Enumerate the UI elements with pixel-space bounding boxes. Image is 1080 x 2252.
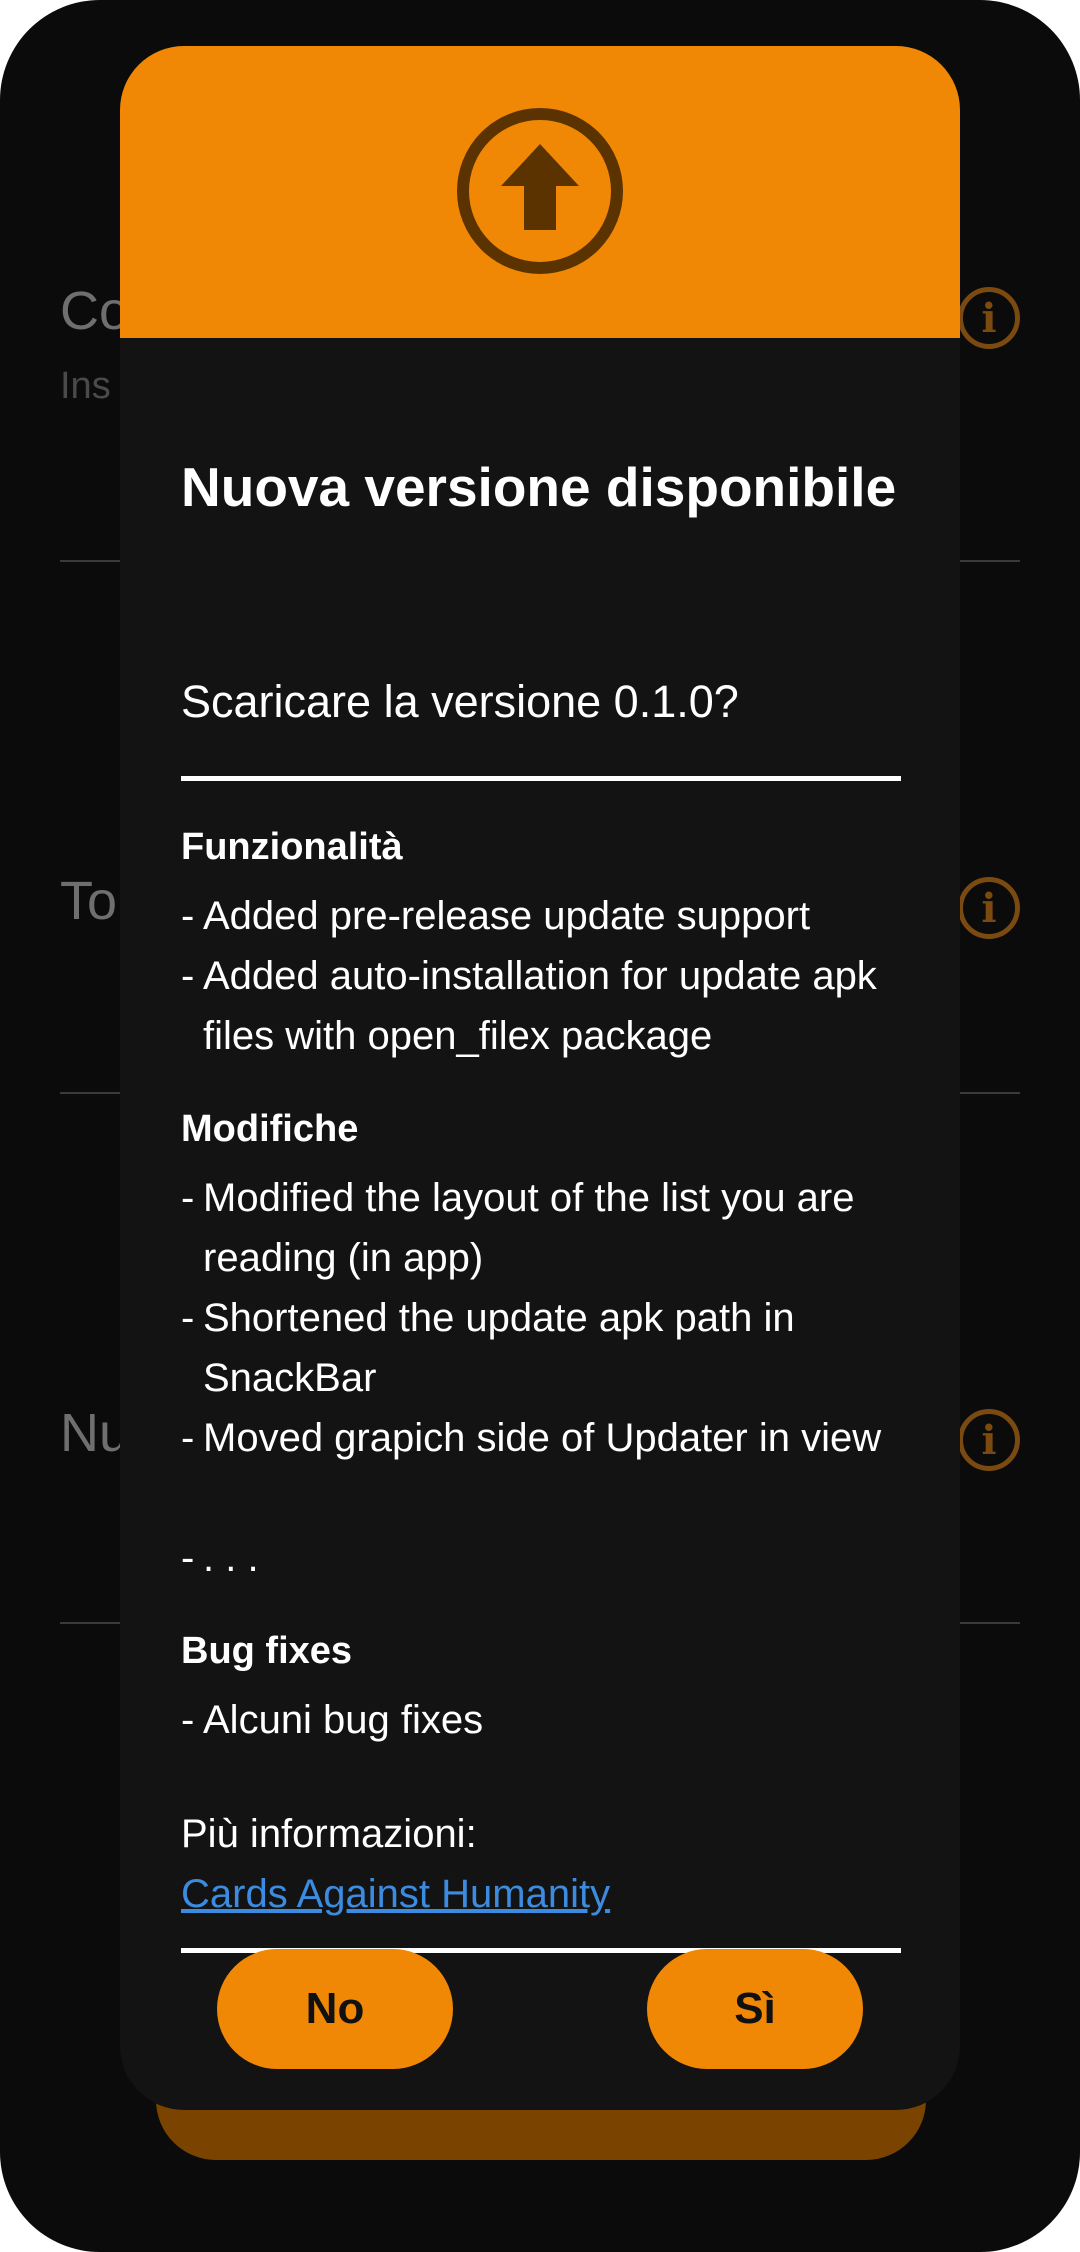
info-icon[interactable]: i [958,877,1020,939]
bg-item-title-3[interactable]: Nu [60,1402,129,1464]
upload-arrow-icon [457,108,623,274]
bg-item-title-1[interactable]: Co [60,280,129,342]
info-icon[interactable]: i [958,1409,1020,1471]
more-info-link[interactable]: Cards Against Humanity [181,1864,610,1924]
no-button[interactable]: No [217,1949,453,2069]
more-info-label: Più informazioni: [181,1812,477,1856]
section-title-changes: Modifiche [181,1108,359,1150]
section-title-bug-fixes: Bug fixes [181,1630,353,1672]
yes-button[interactable]: Sì [647,1949,863,2069]
screen: Co Ins i To i Nu i Nuova versione dispon… [0,0,1080,2252]
info-icon[interactable]: i [958,287,1020,349]
bg-item-subtitle-1: Ins [60,365,111,407]
divider [181,776,901,781]
update-dialog: Nuova versione disponibile Scaricare la … [120,46,960,2110]
bg-item-title-2[interactable]: To [60,870,117,932]
dialog-header [120,46,960,338]
dialog-title: Nuova versione disponibile [181,456,897,518]
version-question: Scaricare la versione 0.1.0? [181,676,739,727]
section-title-features: Funzionalità [181,826,403,868]
